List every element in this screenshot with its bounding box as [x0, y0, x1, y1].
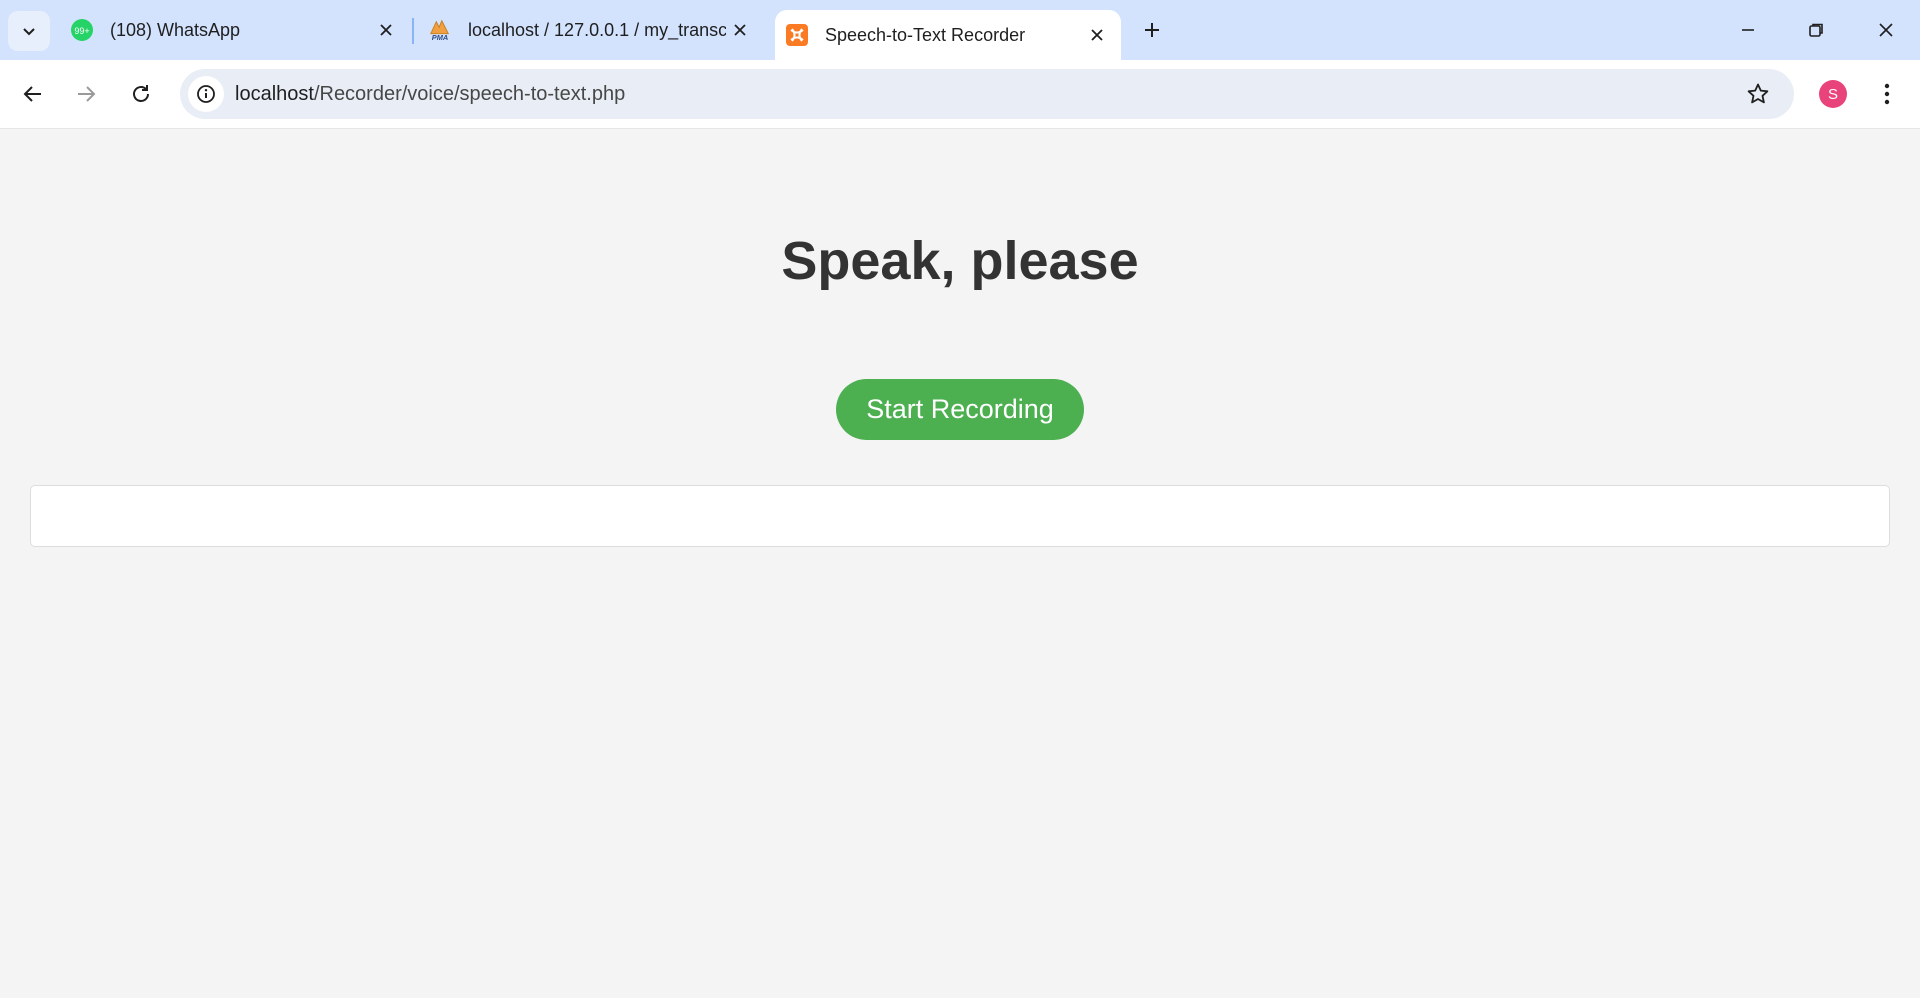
chevron-down-icon [23, 28, 35, 36]
tab-phpmyadmin[interactable]: PMA localhost / 127.0.0.1 / my_transc [428, 0, 754, 60]
address-bar[interactable]: localhost/Recorder/voice/speech-to-text.… [180, 69, 1794, 119]
tab-speech-to-text[interactable]: Speech-to-Text Recorder [775, 10, 1121, 60]
plus-icon [1145, 23, 1159, 37]
tab-title: (108) WhatsApp [110, 19, 241, 40]
tab-whatsapp[interactable]: 99+ (108) WhatsApp [70, 0, 400, 60]
svg-text:PMA: PMA [432, 33, 448, 42]
svg-text:99+: 99+ [74, 26, 89, 36]
minimize-button[interactable] [1714, 0, 1782, 60]
close-window-button[interactable] [1852, 0, 1920, 60]
restore-icon [1809, 23, 1823, 37]
close-tab-icon[interactable] [372, 16, 400, 44]
url-host: localhost [235, 83, 314, 105]
browser-menu-button[interactable] [1871, 74, 1903, 114]
reload-button[interactable] [121, 74, 161, 114]
arrow-left-icon [23, 86, 41, 102]
transcript-output [30, 485, 1890, 547]
whatsapp-icon: 99+ [70, 18, 94, 42]
page-title: Speak, please [781, 231, 1139, 291]
start-recording-button[interactable]: Start Recording [836, 379, 1084, 440]
arrow-right-icon [78, 86, 96, 102]
url-path: /Recorder/voice/speech-to-text.php [313, 83, 626, 105]
minimize-icon [1742, 29, 1754, 31]
close-tab-icon[interactable] [726, 16, 754, 44]
tab-title: Speech-to-Text Recorder [825, 24, 1026, 45]
new-tab-button[interactable] [1136, 14, 1168, 46]
site-info-button[interactable] [188, 76, 224, 112]
xampp-icon [785, 23, 809, 47]
tab-separator [412, 18, 414, 44]
tab-title: localhost / 127.0.0.1 / my_transc [468, 19, 726, 40]
restore-button[interactable] [1782, 0, 1850, 60]
browser-toolbar: localhost/Recorder/voice/speech-to-text.… [0, 60, 1920, 129]
phpmyadmin-icon: PMA [428, 18, 452, 42]
info-icon [197, 85, 215, 103]
more-vert-icon [1884, 83, 1890, 105]
back-button[interactable] [13, 74, 53, 114]
tab-search-button[interactable] [8, 11, 50, 51]
profile-avatar[interactable]: S [1819, 80, 1847, 108]
url-text[interactable]: localhost/Recorder/voice/speech-to-text.… [235, 69, 625, 119]
bookmark-button[interactable] [1742, 78, 1774, 110]
star-icon [1747, 83, 1769, 104]
forward-button[interactable] [66, 74, 106, 114]
close-icon [1879, 23, 1893, 37]
tab-strip: 99+ (108) WhatsApp PMA localhost / 127.0… [0, 0, 1920, 60]
close-tab-icon[interactable] [1083, 21, 1111, 49]
reload-icon [133, 85, 149, 102]
